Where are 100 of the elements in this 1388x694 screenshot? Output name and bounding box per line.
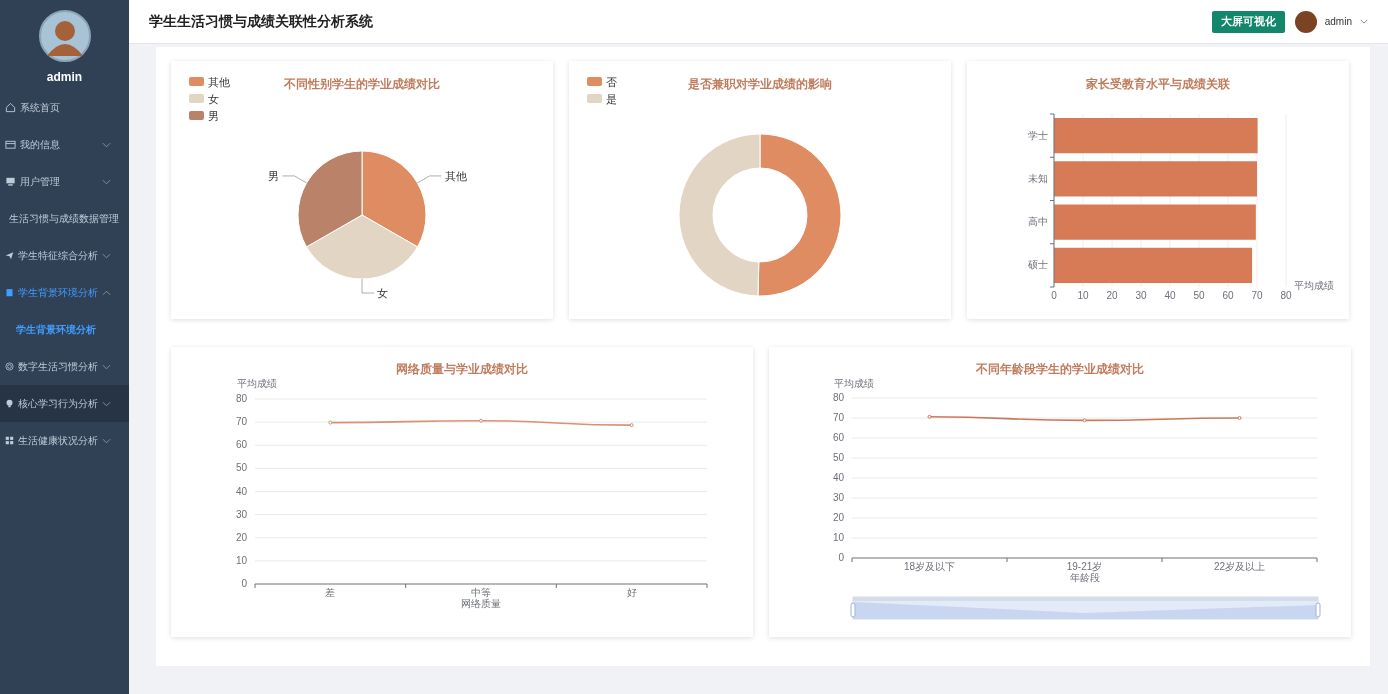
chart-title: 不同年龄段学生的学业成绩对比 [976, 362, 1144, 376]
axis-label: 40 [235, 485, 247, 497]
monitor-icon [5, 176, 16, 187]
sidebar-item[interactable]: 核心学习行为分析 [0, 385, 129, 422]
chart-bar[interactable] [1054, 204, 1256, 240]
axis-label: 10 [235, 554, 247, 566]
axis-label: 50 [235, 462, 247, 474]
chevron-up-icon [102, 289, 111, 296]
sidebar-item[interactable]: 生活习惯与成绩数据管理 [0, 200, 129, 237]
axis-label: 20 [1106, 290, 1118, 301]
leader-line [417, 175, 442, 184]
chevron-down-icon [102, 363, 111, 370]
sidebar-item[interactable]: 学生背景环境分析 [0, 274, 129, 311]
chevron-down-icon [102, 252, 111, 259]
slice-label: 男 [268, 169, 280, 182]
chart-slice[interactable] [757, 133, 842, 297]
axis-label: 0 [1051, 290, 1057, 301]
axis-label: 未知 [1028, 172, 1048, 184]
legend-item[interactable]: 男 [189, 110, 219, 122]
axis-label: 中等 [471, 587, 491, 598]
avatar[interactable] [1294, 10, 1317, 33]
axis-label: 30 [1135, 290, 1147, 301]
home-icon [5, 102, 16, 113]
sidebar-item[interactable]: 学生特征综合分析 [0, 237, 129, 274]
axis-label: 19-21岁 [1066, 561, 1103, 572]
slice-label: 其他 [444, 169, 467, 182]
target-icon [5, 361, 14, 372]
axis-title: 网络质量 [461, 598, 501, 609]
legend-label: 其他 [208, 76, 230, 88]
user-name: admin [46, 70, 83, 84]
axis-title: 平均成绩 [834, 378, 874, 389]
legend-label: 否 [606, 76, 617, 88]
data-point[interactable] [1082, 418, 1087, 423]
axis-title: 年龄段 [1069, 572, 1100, 583]
legend-label: 是 [606, 93, 617, 105]
chevron-down-icon [102, 178, 111, 185]
axis-label: 18岁及以下 [903, 561, 956, 572]
data-point[interactable] [479, 418, 483, 423]
axis-label: 40 [832, 472, 844, 483]
axis-label: 22岁及以上 [1213, 561, 1266, 572]
sidebar-item[interactable]: 系统首页 [0, 89, 129, 126]
dashboard-button[interactable]: 大屏可视化 [1211, 10, 1285, 33]
chevron-down-icon [102, 400, 111, 407]
chevron-down-icon [1360, 19, 1368, 24]
chart-bar[interactable] [1054, 161, 1257, 197]
axis-title: 平均成绩 [1294, 280, 1334, 291]
axis-label: 30 [235, 508, 247, 520]
axis-label: 70 [1251, 290, 1263, 301]
axis-label: 80 [832, 392, 844, 403]
axis-label: 30 [832, 492, 844, 503]
chart-slice[interactable] [361, 150, 427, 248]
axis-label: 40 [1164, 290, 1176, 301]
slice-label: 女 [377, 287, 388, 299]
sidebar-item[interactable]: 用户管理 [0, 163, 129, 200]
data-point[interactable] [328, 420, 333, 425]
axis-label: 60 [832, 432, 844, 443]
axis-label: 好 [626, 587, 637, 598]
chart-title: 不同性别学生的学业成绩对比 [284, 77, 440, 91]
chart-bar[interactable] [1054, 247, 1253, 283]
axis-label: 60 [1222, 290, 1234, 301]
data-point[interactable] [629, 423, 634, 428]
user-menu[interactable]: admin [1324, 16, 1352, 27]
chevron-down-icon [102, 141, 111, 148]
avatar [38, 10, 91, 62]
axis-label: 70 [235, 416, 247, 428]
chart-title: 是否兼职对学业成绩的影响 [688, 77, 832, 91]
axis-label: 10 [1077, 290, 1089, 301]
axis-title: 平均成绩 [237, 378, 277, 389]
axis-label: 0 [241, 578, 247, 589]
axis-label: 80 [1280, 290, 1292, 301]
legend-item[interactable]: 是 [587, 93, 617, 105]
axis-label: 20 [235, 531, 247, 543]
leader-line [361, 278, 375, 294]
data-point[interactable] [1237, 416, 1242, 420]
range-slider[interactable] [850, 596, 1321, 620]
legend-item[interactable]: 其他 [189, 76, 230, 88]
axis-label: 20 [832, 512, 844, 523]
chart-bar[interactable] [1054, 118, 1258, 154]
card-icon [5, 139, 16, 150]
axis-label: 60 [235, 439, 247, 451]
app-title: 学生生活习惯与成绩关联性分析系统 [149, 12, 373, 31]
axis-label: 50 [1193, 290, 1205, 301]
axis-label: 10 [832, 532, 844, 543]
legend-item[interactable]: 女 [189, 93, 219, 105]
axis-label: 70 [832, 412, 844, 423]
legend-label: 女 [208, 93, 219, 105]
chart-slice[interactable] [297, 150, 363, 248]
data-point[interactable] [927, 414, 932, 419]
chart-slice[interactable] [678, 133, 761, 297]
chevron-down-icon [102, 437, 111, 444]
chart-slice[interactable] [306, 214, 418, 280]
sidebar-item[interactable]: 数字生活习惯分析 [0, 348, 129, 385]
document-icon [5, 287, 14, 298]
axis-label: 差 [325, 587, 336, 598]
grid-icon [5, 435, 14, 446]
legend-item[interactable]: 否 [587, 76, 617, 88]
legend-label: 男 [208, 110, 219, 122]
axis-label: 学士 [1028, 129, 1048, 141]
sidebar-item[interactable]: 我的信息 [0, 126, 129, 163]
sidebar-item[interactable]: 生活健康状况分析 [0, 422, 129, 459]
